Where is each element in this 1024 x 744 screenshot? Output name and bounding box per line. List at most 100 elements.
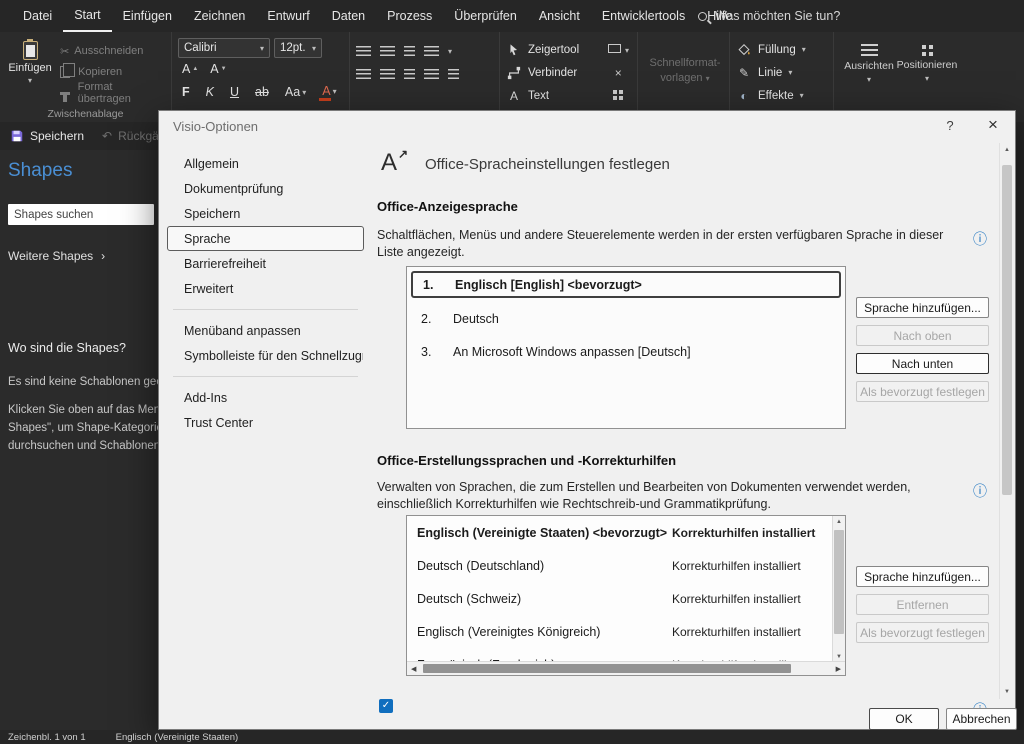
chevron-right-icon: › <box>101 249 105 263</box>
tab-einfuegen[interactable]: Einfügen <box>112 0 183 32</box>
format-painter-button[interactable]: Format übertragen <box>60 84 165 102</box>
scroll-down-icon[interactable]: ▼ <box>833 654 845 660</box>
nav-item-allgemein[interactable]: Allgemein <box>167 151 364 176</box>
nav-item-menueband[interactable]: Menüband anpassen <box>167 318 364 343</box>
row-language: Deutsch (Schweiz) <box>417 592 672 606</box>
list-vertical-scrollbar[interactable]: ▲ ▼ <box>832 516 845 663</box>
authoring-row-de-de[interactable]: Deutsch (Deutschland) Korrekturhilfen in… <box>407 549 832 582</box>
scroll-up-icon[interactable]: ▲ <box>833 519 845 525</box>
scroll-up-icon[interactable]: ▲ <box>1000 147 1014 153</box>
underline-button[interactable]: U <box>226 84 243 100</box>
rectangle-tool-button[interactable]: ▾ <box>608 40 629 58</box>
scrollbar-thumb[interactable] <box>423 664 791 673</box>
copy-icon <box>60 66 70 78</box>
tab-daten[interactable]: Daten <box>321 0 376 32</box>
connection-point-icon[interactable] <box>613 90 617 94</box>
page-indicator[interactable]: Zeichenbl. 1 von 1 <box>8 732 86 743</box>
list-item-english-preferred[interactable]: 1. Englisch [English] <bevorzugt> <box>411 271 841 298</box>
font-color-button[interactable]: A▾ <box>318 83 340 101</box>
language-option-checkbox[interactable]: ✓ <box>379 699 393 713</box>
tell-me-search[interactable]: Was möchten Sie tun? <box>698 0 840 32</box>
authoring-row-en-gb[interactable]: Englisch (Vereinigtes Königreich) Korrek… <box>407 615 832 648</box>
close-icon[interactable]: × <box>983 115 1003 135</box>
nav-item-trustcenter[interactable]: Trust Center <box>167 410 364 435</box>
indent-increase-icon[interactable] <box>448 69 459 80</box>
tab-ansicht[interactable]: Ansicht <box>528 0 591 32</box>
font-size-combobox[interactable]: 12pt. ▾ <box>274 38 322 58</box>
effects-button[interactable]: ◐ Effekte ▾ <box>736 84 827 107</box>
strikethrough-button[interactable]: ab <box>251 84 273 100</box>
delete-tool-button[interactable]: × <box>615 66 622 80</box>
cancel-button[interactable]: Abbrechen <box>946 708 1017 730</box>
nav-item-addins[interactable]: Add-Ins <box>167 385 364 410</box>
bold-button[interactable]: F <box>178 84 194 100</box>
move-up-button[interactable]: Nach oben <box>856 325 989 346</box>
align-center-icon[interactable] <box>380 46 395 57</box>
authoring-row-en-us[interactable]: Englisch (Vereinigte Staaten) <bevorzugt… <box>407 516 832 549</box>
italic-button[interactable]: K <box>202 84 218 100</box>
font-name-combobox[interactable]: Calibri ▾ <box>178 38 270 58</box>
scrollbar-thumb[interactable] <box>834 530 844 634</box>
nav-item-symbolleiste[interactable]: Symbolleiste für den Schnellzugriff <box>167 343 364 368</box>
item-index: 1. <box>423 278 455 292</box>
line-button[interactable]: ✎ Linie ▾ <box>736 61 827 84</box>
align-left-icon[interactable] <box>356 46 371 57</box>
indent-decrease-icon[interactable] <box>424 69 439 80</box>
ok-button[interactable]: OK <box>869 708 939 730</box>
info-icon[interactable]: ⓘ <box>973 481 987 501</box>
info-icon[interactable]: ⓘ <box>973 229 987 249</box>
translate-letter: A <box>381 149 397 177</box>
nav-item-sprache[interactable]: Sprache <box>167 226 364 251</box>
nav-item-dokumentpruefung[interactable]: Dokumentprüfung <box>167 176 364 201</box>
set-preferred-display-button[interactable]: Als bevorzugt festlegen <box>856 381 989 402</box>
tab-prozess[interactable]: Prozess <box>376 0 443 32</box>
tab-ueberpruefen[interactable]: Überprüfen <box>443 0 528 32</box>
list-horizontal-scrollbar[interactable]: ◀ ▶ <box>407 661 845 675</box>
save-button[interactable]: Speichern <box>10 129 84 143</box>
nav-item-erweitert[interactable]: Erweitert <box>167 276 364 301</box>
more-shapes-link[interactable]: Weitere Shapes › <box>8 249 150 263</box>
language-indicator[interactable]: Englisch (Vereinigte Staaten) <box>116 732 239 743</box>
scroll-left-icon[interactable]: ◀ <box>411 665 416 673</box>
fill-button[interactable]: Füllung ▾ <box>736 38 827 61</box>
paste-button[interactable]: Einfügen ▾ <box>6 38 54 106</box>
align-button[interactable]: Ausrichten ▾ <box>840 38 898 106</box>
change-case-button[interactable]: Aa▾ <box>281 84 310 100</box>
tab-entwurf[interactable]: Entwurf <box>256 0 320 32</box>
list-item-windows[interactable]: 3. An Microsoft Windows anpassen [Deutsc… <box>407 335 845 368</box>
help-icon[interactable]: ? <box>941 118 959 133</box>
nav-item-speichern[interactable]: Speichern <box>167 201 364 226</box>
tab-entwicklertools[interactable]: Entwicklertools <box>591 0 696 32</box>
tab-datei[interactable]: Datei <box>12 0 63 32</box>
scroll-right-icon[interactable]: ▶ <box>836 665 841 673</box>
dialog-scrollbar[interactable]: ▲ ▼ <box>999 143 1014 699</box>
align-bottom-icon[interactable] <box>404 69 415 80</box>
shrink-font-button[interactable]: A▼ <box>206 61 230 77</box>
chevron-down-icon: ▾ <box>312 44 316 53</box>
authoring-row-de-ch[interactable]: Deutsch (Schweiz) Korrekturhilfen instal… <box>407 582 832 615</box>
copy-button[interactable]: Kopieren <box>60 63 165 81</box>
add-display-language-button[interactable]: Sprache hinzufügen... <box>856 297 989 318</box>
tab-zeichnen[interactable]: Zeichnen <box>183 0 256 32</box>
align-middle-icon[interactable] <box>380 69 395 80</box>
remove-language-button[interactable]: Entfernen <box>856 594 989 615</box>
position-button[interactable]: Positionieren ▾ <box>898 38 956 106</box>
align-top-icon[interactable] <box>356 69 371 80</box>
options-nav: Allgemein Dokumentprüfung Speichern Spra… <box>167 151 364 435</box>
grow-font-button[interactable]: A▲ <box>178 61 202 77</box>
align-right-icon[interactable] <box>404 46 415 57</box>
chevron-down-icon: ▾ <box>800 91 804 100</box>
scrollbar-thumb[interactable] <box>1002 165 1012 495</box>
cut-button[interactable]: ✂ Ausschneiden <box>60 42 165 60</box>
tab-start[interactable]: Start <box>63 0 111 32</box>
shapes-search-input[interactable]: Shapes suchen <box>8 204 154 225</box>
bullet-list-icon[interactable] <box>424 46 439 57</box>
scroll-down-icon[interactable]: ▼ <box>1000 689 1014 695</box>
set-preferred-authoring-button[interactable]: Als bevorzugt festlegen <box>856 622 989 643</box>
add-authoring-language-button[interactable]: Sprache hinzufügen... <box>856 566 989 587</box>
authoring-language-description: Verwalten von Sprachen, die zum Erstelle… <box>377 479 957 513</box>
quick-styles-button[interactable]: Schnellformat- vorlagen ▾ <box>644 38 726 86</box>
nav-item-barrierefreiheit[interactable]: Barrierefreiheit <box>167 251 364 276</box>
list-item-deutsch[interactable]: 2. Deutsch <box>407 302 845 335</box>
move-down-button[interactable]: Nach unten <box>856 353 989 374</box>
